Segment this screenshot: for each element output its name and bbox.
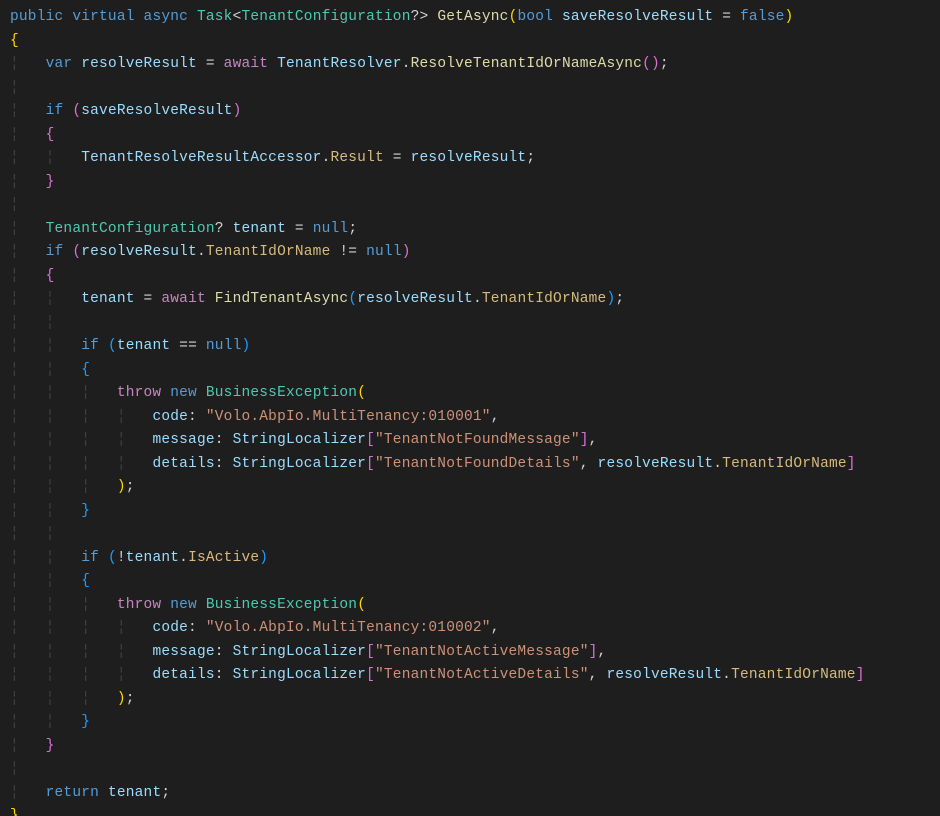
code-line: ¦ ¦ }: [10, 714, 90, 730]
code-line: ¦ ¦ TenantResolveResultAccessor.Result =…: [10, 150, 535, 166]
code-line: ¦ if (saveResolveResult): [10, 103, 241, 119]
code-line: ¦ ¦ ¦ );: [10, 479, 135, 495]
code-line: ¦ }: [10, 174, 55, 190]
code-line: ¦ ¦ ¦ throw new BusinessException(: [10, 597, 366, 613]
code-line: ¦ ¦: [10, 315, 55, 331]
code-line: ¦: [10, 197, 19, 213]
code-line: ¦ ¦ }: [10, 503, 90, 519]
code-line: {: [10, 33, 19, 49]
code-editor[interactable]: public virtual async Task<TenantConfigur…: [0, 0, 940, 816]
code-line: ¦ ¦ ¦ ¦ code: "Volo.AbpIo.MultiTenancy:0…: [10, 409, 500, 425]
code-line: ¦ {: [10, 127, 55, 143]
code-line: ¦ TenantConfiguration? tenant = null;: [10, 221, 357, 237]
code-line: ¦ ¦ ¦ throw new BusinessException(: [10, 385, 366, 401]
code-line: ¦ ¦ ¦ ¦ code: "Volo.AbpIo.MultiTenancy:0…: [10, 620, 500, 636]
code-line: ¦: [10, 80, 19, 96]
code-line: ¦ ¦: [10, 526, 55, 542]
code-line: public virtual async Task<TenantConfigur…: [10, 9, 793, 25]
code-line: ¦ ¦ {: [10, 573, 90, 589]
code-line: ¦ ¦ tenant = await FindTenantAsync(resol…: [10, 291, 624, 307]
code-line: ¦ ¦ {: [10, 362, 90, 378]
code-line: ¦ ¦ if (tenant == null): [10, 338, 250, 354]
code-line: ¦ ¦ ¦ ¦ details: StringLocalizer["Tenant…: [10, 456, 856, 472]
code-line: ¦ return tenant;: [10, 785, 170, 801]
code-line: ¦ ¦ ¦ );: [10, 691, 135, 707]
code-line: ¦ if (resolveResult.TenantIdOrName != nu…: [10, 244, 411, 260]
code-line: ¦ ¦ ¦ ¦ message: StringLocalizer["Tenant…: [10, 432, 598, 448]
code-line: }: [10, 808, 19, 816]
code-line: ¦ ¦ ¦ ¦ details: StringLocalizer["Tenant…: [10, 667, 865, 683]
code-line: ¦ ¦ ¦ ¦ message: StringLocalizer["Tenant…: [10, 644, 606, 660]
code-line: ¦ ¦ if (!tenant.IsActive): [10, 550, 268, 566]
code-line: ¦ var resolveResult = await TenantResolv…: [10, 56, 669, 72]
code-line: ¦ }: [10, 738, 55, 754]
code-line: ¦: [10, 761, 19, 777]
code-line: ¦ {: [10, 268, 55, 284]
